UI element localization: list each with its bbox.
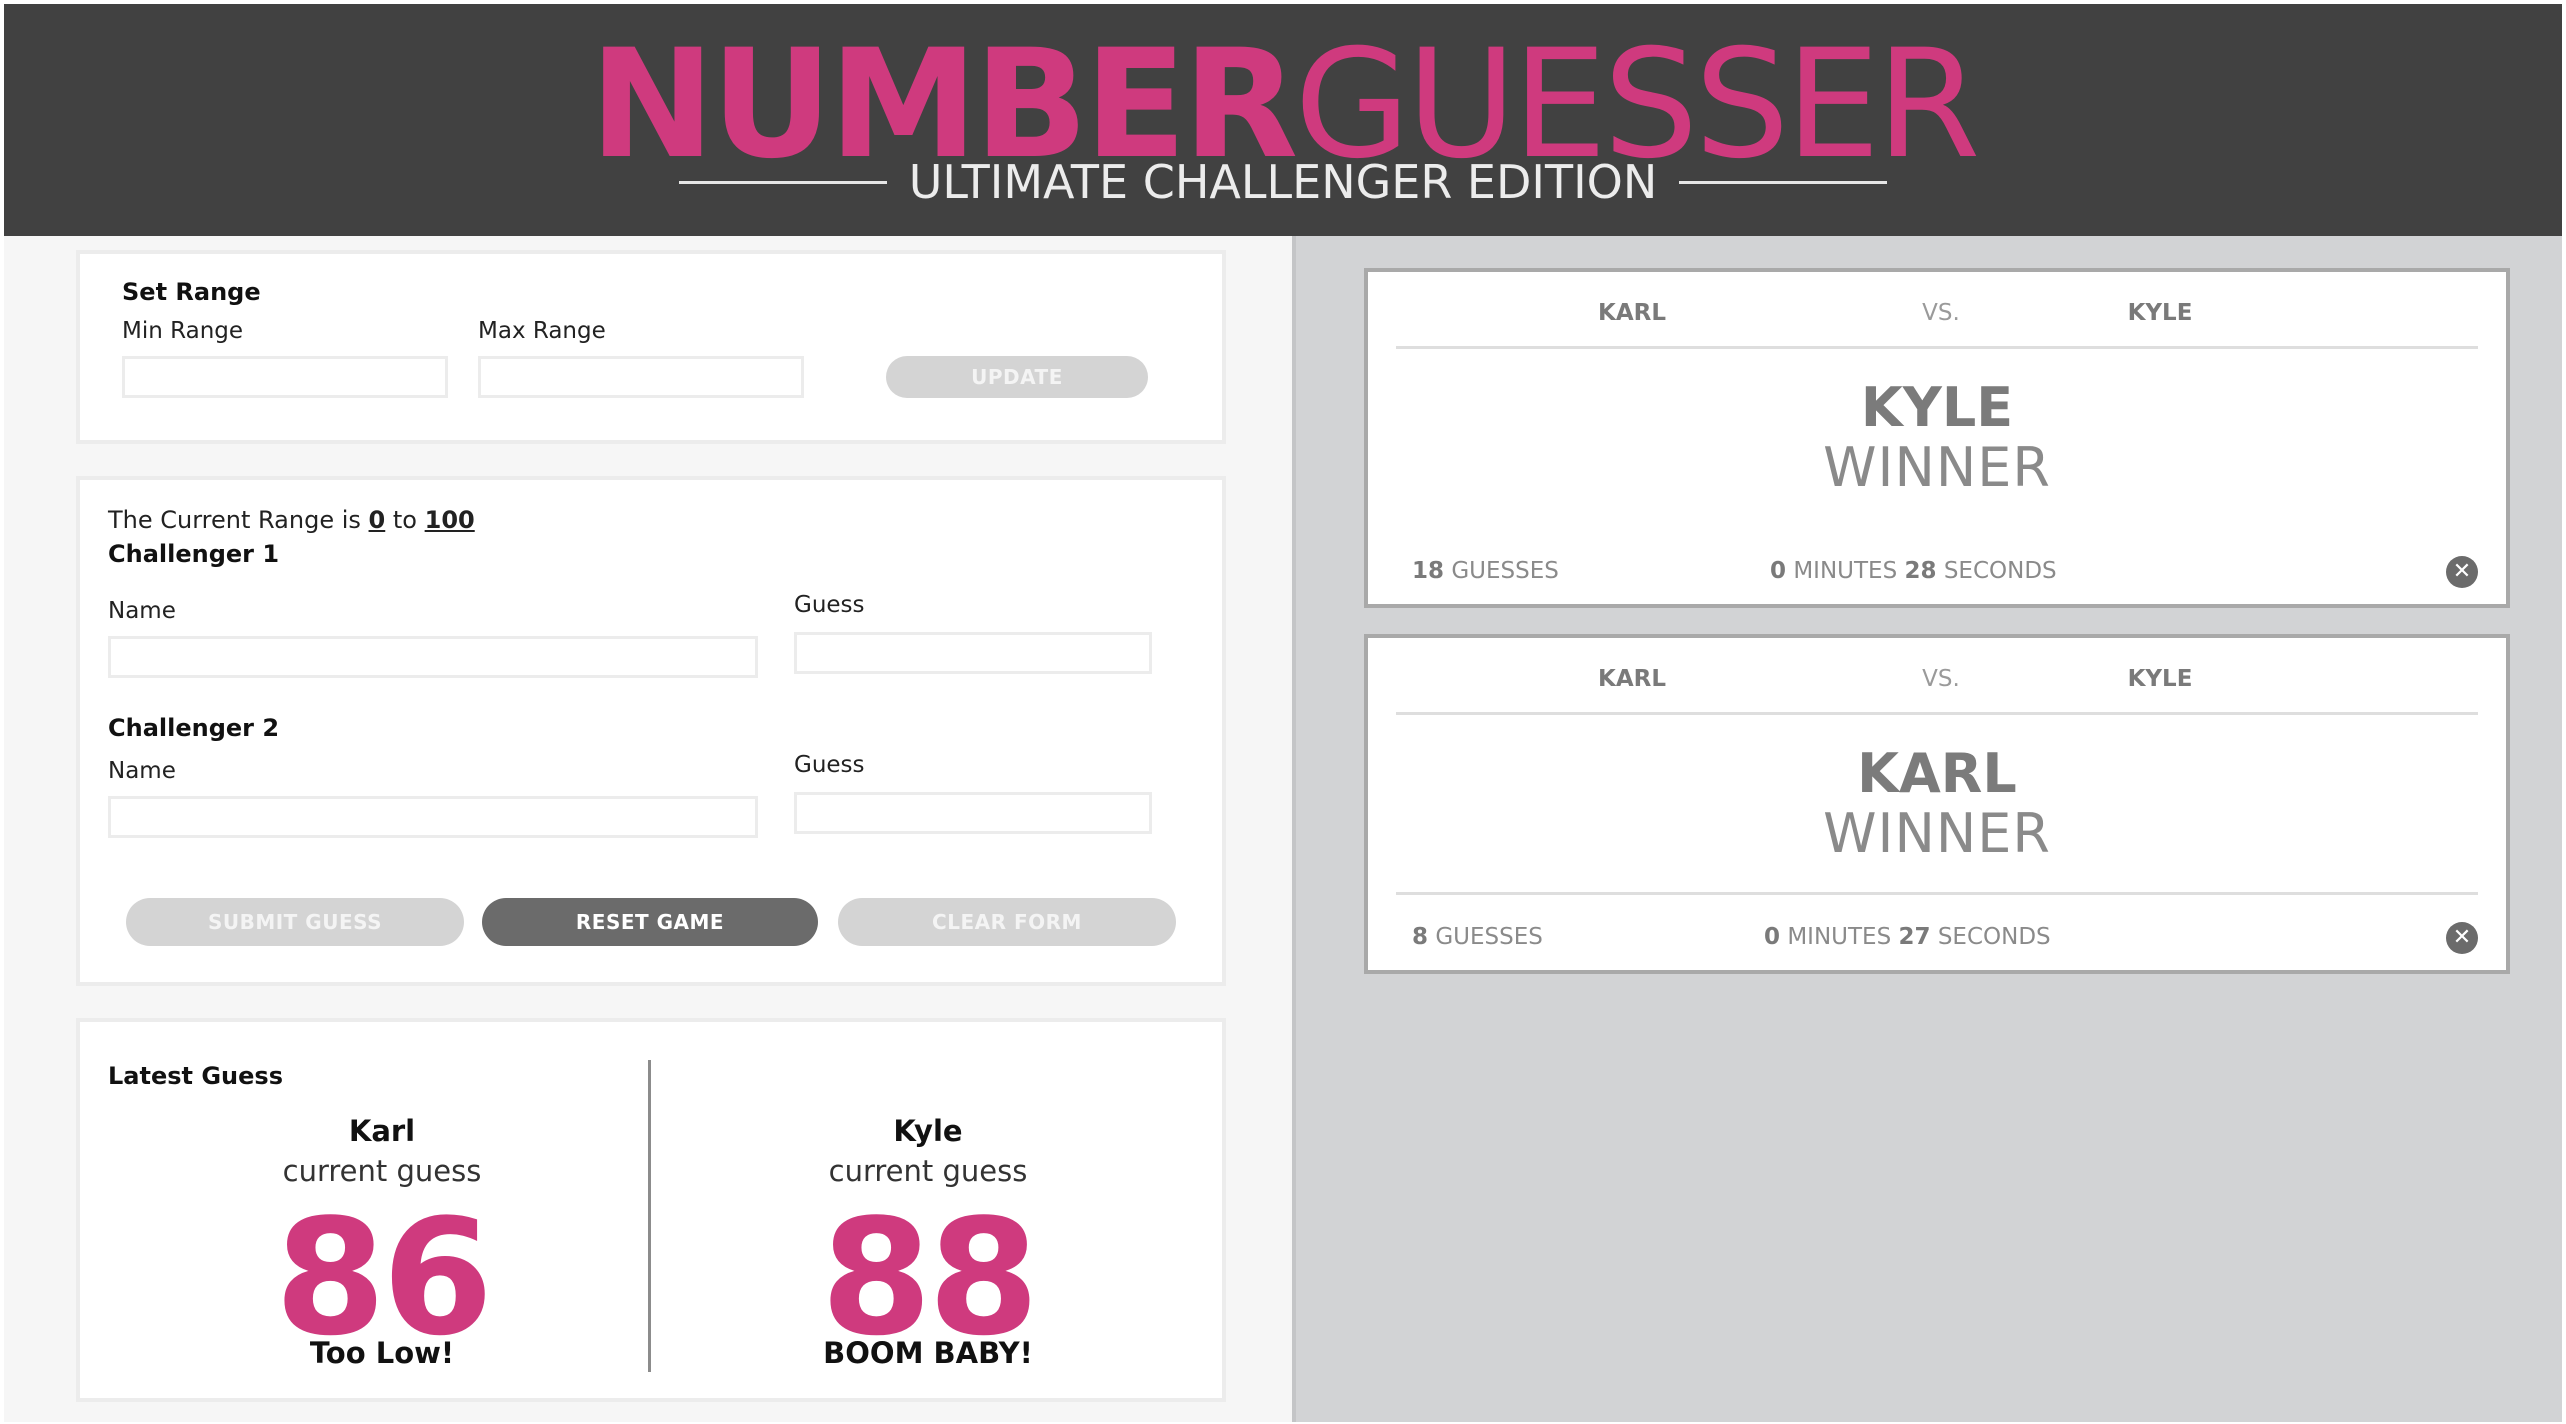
range-joiner: to (392, 506, 417, 534)
current-range-text: The Current Range is 0 to 100 (108, 506, 475, 534)
result-vs: VS. (1922, 666, 1960, 692)
range-min-value: 0 (368, 506, 386, 534)
result-header-rule (1396, 346, 2478, 349)
result-guesses-label: GUESSES (1451, 558, 1559, 584)
result-header-rule (1396, 712, 2478, 715)
result-player2: KYLE (2127, 666, 2193, 692)
result-minutes-label: MINUTES (1793, 558, 1898, 584)
result-time: 0 MINUTES 27 SECONDS (1764, 924, 2051, 950)
submit-guess-button[interactable]: SUBMIT GUESS (126, 898, 464, 946)
result-winner-name: KARL (1857, 742, 2017, 805)
result-seconds-label: SECONDS (1937, 924, 2051, 950)
result-winner-label: WINNER (1823, 436, 2051, 499)
min-range-input[interactable] (122, 356, 448, 398)
subtitle-rule-right (1679, 180, 1888, 184)
subtitle-row: ULTIMATE CHALLENGER EDITION (4, 152, 2562, 212)
range-prefix: The Current Range is (108, 506, 361, 534)
result-card: KARL VS. KYLE KYLE WINNER 18 GUESSES 0 M… (1364, 268, 2510, 608)
result-time: 0 MINUTES 28 SECONDS (1770, 558, 2057, 584)
challenger-card: The Current Range is 0 to 100 Challenger… (76, 476, 1226, 986)
player2-feedback: BOOM BABY! (823, 1336, 1033, 1370)
result-minutes-label: MINUTES (1787, 924, 1892, 950)
result-vs: VS. (1922, 300, 1960, 326)
update-button[interactable]: UPDATE (886, 356, 1148, 398)
challenger2-guess-label: Guess (794, 752, 865, 778)
app-header: NUMBERGUESSER ULTIMATE CHALLENGER EDITIO… (4, 4, 2562, 236)
result-seconds-label: SECONDS (1943, 558, 2057, 584)
result-minutes: 0 (1764, 924, 1781, 950)
latest-guess-card: Latest Guess Karl current guess 86 Too L… (76, 1018, 1226, 1402)
player1-guess-number: 86 (274, 1184, 494, 1371)
challenger1-guess-label: Guess (794, 592, 865, 618)
clear-form-button[interactable]: CLEAR FORM (838, 898, 1176, 946)
result-card: KARL VS. KYLE KARL WINNER 8 GUESSES 0 MI… (1364, 634, 2510, 974)
result-winner-name: KYLE (1860, 376, 2014, 439)
app-subtitle: ULTIMATE CHALLENGER EDITION (908, 155, 1658, 209)
set-range-card: Set Range Min Range Max Range UPDATE (76, 250, 1226, 444)
player1-guess-caption: current guess (282, 1154, 482, 1188)
challenger1-name-input[interactable] (108, 636, 758, 678)
latest-guess-title: Latest Guess (108, 1062, 283, 1090)
challenger1-guess-input[interactable] (794, 632, 1152, 674)
player2-name: Kyle (893, 1114, 963, 1148)
result-guesses: 8 GUESSES (1412, 924, 1543, 950)
close-icon[interactable]: ✕ (2446, 556, 2478, 588)
result-seconds: 28 (1904, 558, 1937, 584)
min-range-label: Min Range (122, 318, 244, 344)
challenger1-name-label: Name (108, 598, 176, 624)
max-range-input[interactable] (478, 356, 804, 398)
range-max-value: 100 (424, 506, 475, 534)
player2-guess-number: 88 (820, 1184, 1040, 1371)
reset-game-button[interactable]: RESET GAME (482, 898, 818, 946)
player1-name: Karl (348, 1114, 416, 1148)
result-footer-rule (1396, 892, 2478, 895)
player2-guess-caption: current guess (828, 1154, 1028, 1188)
result-guesses-label: GUESSES (1435, 924, 1543, 950)
challenger2-title: Challenger 2 (108, 714, 280, 742)
player1-feedback: Too Low! (309, 1336, 455, 1370)
result-minutes: 0 (1770, 558, 1787, 584)
max-range-label: Max Range (478, 318, 606, 344)
close-icon[interactable]: ✕ (2446, 922, 2478, 954)
challenger2-name-input[interactable] (108, 796, 758, 838)
result-guesses-count: 18 (1412, 558, 1445, 584)
challenger1-title: Challenger 1 (108, 540, 280, 568)
result-seconds: 27 (1898, 924, 1931, 950)
challenger2-name-label: Name (108, 758, 176, 784)
latest-guess-divider (648, 1060, 651, 1372)
results-panel: KARL VS. KYLE KYLE WINNER 18 GUESSES 0 M… (1292, 236, 2562, 1422)
result-guesses: 18 GUESSES (1412, 558, 1559, 584)
result-winner-label: WINNER (1823, 802, 2051, 865)
challenger2-guess-input[interactable] (794, 792, 1152, 834)
result-player1: KARL (1598, 300, 1666, 326)
game-panel: Set Range Min Range Max Range UPDATE The… (4, 236, 1292, 1422)
subtitle-rule-left (678, 180, 887, 184)
result-player2: KYLE (2127, 300, 2193, 326)
result-guesses-count: 8 (1412, 924, 1429, 950)
set-range-title: Set Range (122, 278, 261, 306)
panel-divider (1292, 236, 1296, 1422)
result-player1: KARL (1598, 666, 1666, 692)
